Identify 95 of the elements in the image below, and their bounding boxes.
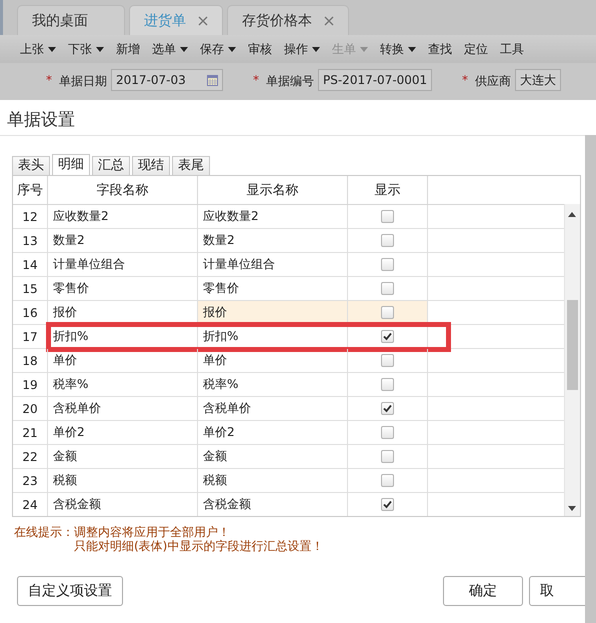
table-cell[interactable]: 零售价 bbox=[198, 277, 348, 300]
table-cell: 零售价 bbox=[48, 277, 198, 300]
toolbar-button[interactable]: 新增 bbox=[110, 37, 146, 61]
checkbox[interactable] bbox=[381, 498, 394, 511]
table-cell: 金额 bbox=[48, 445, 198, 468]
document-tab[interactable]: 存货价格本 bbox=[227, 5, 349, 35]
row-number: 17 bbox=[13, 325, 48, 348]
table-cell[interactable]: 含税单价 bbox=[198, 397, 348, 420]
row-number: 23 bbox=[13, 469, 48, 492]
table-cell: 含税金额 bbox=[48, 493, 198, 516]
toolbar-button[interactable]: 工具 bbox=[494, 37, 530, 61]
checkbox[interactable] bbox=[381, 402, 394, 415]
dialog-title: 单据设置 bbox=[0, 100, 596, 136]
table-cell[interactable]: 数量2 bbox=[198, 229, 348, 252]
scrollbar[interactable] bbox=[564, 204, 580, 516]
required-mark: * bbox=[462, 72, 468, 87]
table-cell: 单价2 bbox=[48, 421, 198, 444]
table-cell: 税额 bbox=[48, 469, 198, 492]
row-number: 20 bbox=[13, 397, 48, 420]
checkbox[interactable] bbox=[381, 378, 394, 391]
row-number: 19 bbox=[13, 373, 48, 396]
row-number: 15 bbox=[13, 277, 48, 300]
table-cell[interactable]: 单价 bbox=[198, 349, 348, 372]
row-number: 12 bbox=[13, 205, 48, 228]
table-cell: 计量单位组合 bbox=[48, 253, 198, 276]
row-number: 13 bbox=[13, 229, 48, 252]
close-icon[interactable] bbox=[324, 16, 334, 26]
column-header: 显示 bbox=[348, 176, 428, 204]
checkbox[interactable] bbox=[381, 330, 394, 343]
checkbox[interactable] bbox=[381, 258, 394, 271]
checkbox[interactable] bbox=[381, 354, 394, 367]
table-cell[interactable]: 税率% bbox=[198, 373, 348, 396]
table-cell[interactable]: 折扣% bbox=[198, 325, 348, 348]
checkbox[interactable] bbox=[381, 306, 394, 319]
toolbar-button[interactable]: 保存 bbox=[194, 37, 242, 61]
table-cell: 折扣% bbox=[48, 325, 198, 348]
table-cell: 数量2 bbox=[48, 229, 198, 252]
table-cell[interactable]: 应收数量2 bbox=[198, 205, 348, 228]
row-number: 22 bbox=[13, 445, 48, 468]
checkbox[interactable] bbox=[381, 450, 394, 463]
required-mark: * bbox=[253, 72, 259, 87]
table-cell: 含税单价 bbox=[48, 397, 198, 420]
toolbar-button[interactable]: 审核 bbox=[242, 37, 278, 61]
row-number: 14 bbox=[13, 253, 48, 276]
toolbar-button[interactable]: 上张 bbox=[14, 37, 62, 61]
column-header: 序号 bbox=[13, 176, 48, 204]
column-header: 字段名称 bbox=[48, 176, 198, 204]
checkbox[interactable] bbox=[381, 282, 394, 295]
toolbar-button[interactable]: 转换 bbox=[374, 37, 422, 61]
table-cell[interactable]: 含税金额 bbox=[198, 493, 348, 516]
row-number: 16 bbox=[13, 301, 48, 324]
field-label: 单据日期 bbox=[59, 73, 107, 90]
calendar-icon[interactable] bbox=[207, 74, 218, 86]
scroll-thumb[interactable] bbox=[567, 300, 578, 390]
row-number: 18 bbox=[13, 349, 48, 372]
hint-text: 调整内容将应用于全部用户！ bbox=[74, 525, 231, 539]
input-field[interactable]: 大连大 bbox=[515, 69, 561, 91]
table-cell[interactable]: 报价 bbox=[198, 301, 348, 324]
table-cell[interactable]: 计量单位组合 bbox=[198, 253, 348, 276]
table-cell: 单价 bbox=[48, 349, 198, 372]
settings-tab[interactable]: 明细 bbox=[52, 154, 90, 175]
hint-label: 在线提示： bbox=[14, 525, 74, 539]
date-field[interactable]: 2017-07-03 bbox=[111, 69, 223, 91]
checkbox[interactable] bbox=[381, 210, 394, 223]
field-label: 单据编号 bbox=[266, 73, 314, 90]
row-number: 21 bbox=[13, 421, 48, 444]
checkbox[interactable] bbox=[381, 474, 394, 487]
dialog-button[interactable]: 自定义项设置 bbox=[17, 576, 123, 606]
checkbox[interactable] bbox=[381, 426, 394, 439]
document-tab[interactable]: 我的桌面 bbox=[17, 5, 125, 35]
settings-tab[interactable]: 表尾 bbox=[172, 156, 210, 175]
toolbar-button[interactable]: 操作 bbox=[278, 37, 326, 61]
required-mark: * bbox=[46, 72, 52, 87]
hint-text: 只能对明细(表体)中显示的字段进行汇总设置！ bbox=[74, 539, 324, 553]
checkbox[interactable] bbox=[381, 234, 394, 247]
row-number: 24 bbox=[13, 493, 48, 516]
toolbar-button[interactable]: 下张 bbox=[62, 37, 110, 61]
settings-tab[interactable]: 现结 bbox=[132, 156, 170, 175]
table-cell: 应收数量2 bbox=[48, 205, 198, 228]
field-label: 供应商 bbox=[475, 73, 511, 90]
column-header: 显示名称 bbox=[198, 176, 348, 204]
scroll-up-icon[interactable] bbox=[568, 212, 576, 217]
settings-tab[interactable]: 表头 bbox=[12, 156, 50, 175]
dialog-button[interactable]: 确定 bbox=[443, 576, 523, 606]
table-cell[interactable]: 金额 bbox=[198, 445, 348, 468]
scroll-down-icon[interactable] bbox=[568, 506, 576, 511]
toolbar-button[interactable]: 定位 bbox=[458, 37, 494, 61]
table-cell[interactable]: 税额 bbox=[198, 469, 348, 492]
table-cell: 税率% bbox=[48, 373, 198, 396]
input-field[interactable]: PS-2017-07-0001 bbox=[318, 69, 432, 91]
settings-tab[interactable]: 汇总 bbox=[92, 156, 130, 175]
close-icon[interactable] bbox=[198, 16, 208, 26]
toolbar-button[interactable]: 查找 bbox=[422, 37, 458, 61]
toolbar-button[interactable]: 选单 bbox=[146, 37, 194, 61]
table-cell[interactable]: 单价2 bbox=[198, 421, 348, 444]
